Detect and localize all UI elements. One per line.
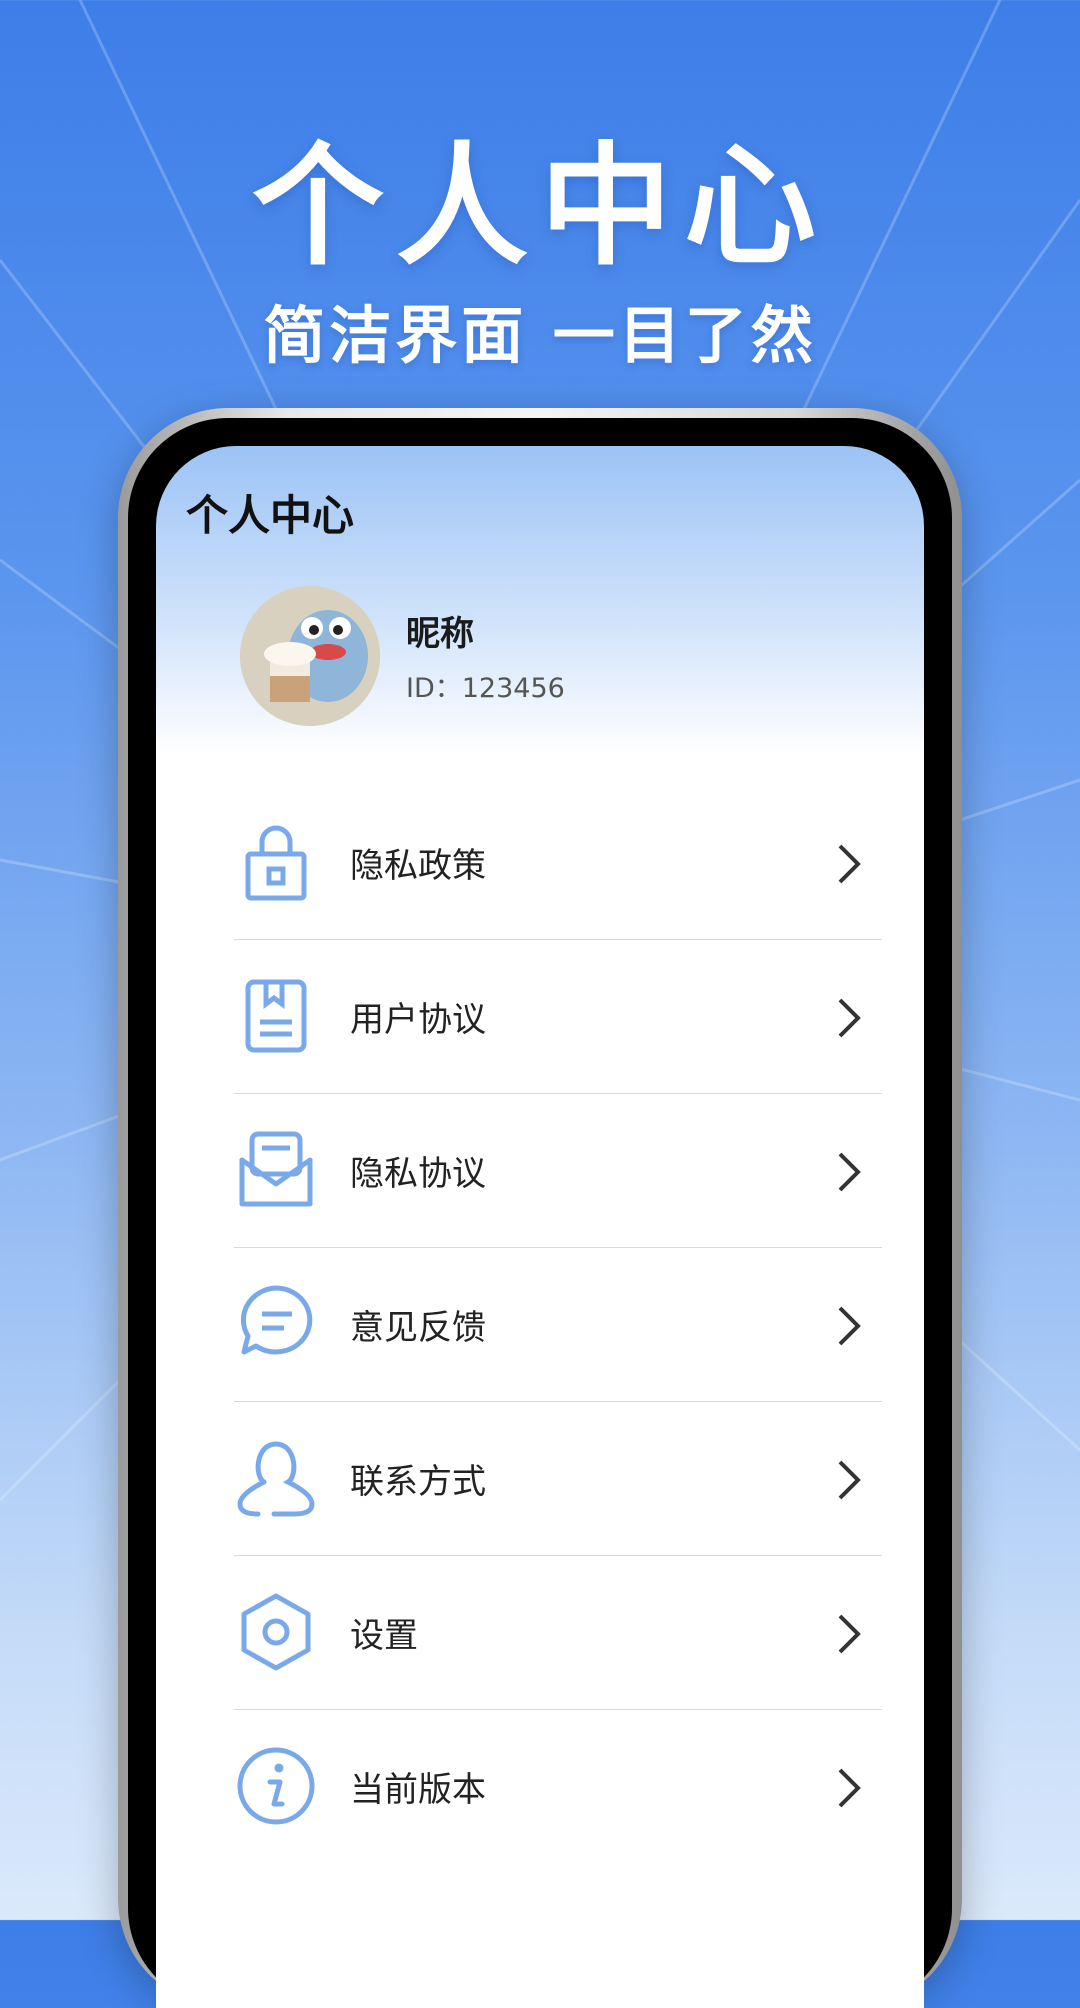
chevron-right-icon [838, 998, 861, 1038]
chat-bubble-icon [240, 1285, 313, 1355]
chevron-right-icon [838, 1768, 861, 1808]
chevron-right-icon [838, 1152, 861, 1192]
menu-item-label: 用户协议 [350, 1000, 486, 1040]
bookmark-document-icon [245, 979, 307, 1053]
menu-item-label: 设置 [350, 1616, 418, 1656]
avatar[interactable] [240, 586, 380, 726]
menu-item-privacy-agreement[interactable]: 隐私协议 [234, 1094, 882, 1248]
menu-item-user-agreement[interactable]: 用户协议 [234, 940, 882, 1094]
user-id: ID：123456 [406, 673, 565, 704]
info-icon [237, 1747, 315, 1825]
lock-icon [245, 825, 307, 901]
chevron-right-icon [838, 1460, 861, 1500]
promo-title: 个人中心 [252, 130, 828, 284]
menu-item-contact[interactable]: 联系方式 [234, 1402, 882, 1556]
menu-item-privacy-policy[interactable]: 隐私政策 [234, 786, 882, 940]
chevron-right-icon [838, 1306, 861, 1346]
menu-item-label: 联系方式 [350, 1462, 486, 1502]
hexagon-gear-icon [241, 1593, 311, 1671]
phone-frame: 个人中心 昵称 ID：123456 隐私政策 用户协议 隐私协议 意见反馈 联系… [118, 408, 962, 2008]
page-title: 个人中心 [186, 491, 355, 540]
envelope-icon [239, 1131, 313, 1207]
promo-subtitle: 简洁界面 一目了然 [263, 299, 817, 372]
phone-bezel: 个人中心 昵称 ID：123456 隐私政策 用户协议 隐私协议 意见反馈 联系… [128, 418, 952, 2008]
person-icon [237, 1441, 315, 1517]
menu-item-label: 当前版本 [350, 1770, 486, 1810]
phone-screen: 个人中心 昵称 ID：123456 隐私政策 用户协议 隐私协议 意见反馈 联系… [156, 446, 924, 2008]
menu-item-version[interactable]: 当前版本 [234, 1710, 882, 1863]
nickname[interactable]: 昵称 [406, 606, 474, 655]
menu-list: 隐私政策 用户协议 隐私协议 意见反馈 联系方式 设置 当前版本 [234, 786, 882, 1863]
menu-item-label: 意见反馈 [350, 1308, 486, 1348]
menu-item-label: 隐私政策 [350, 846, 486, 886]
avatar-image [240, 586, 380, 726]
menu-item-label: 隐私协议 [350, 1154, 486, 1194]
chevron-right-icon [838, 1614, 861, 1654]
menu-item-settings[interactable]: 设置 [234, 1556, 882, 1710]
menu-item-feedback[interactable]: 意见反馈 [234, 1248, 882, 1402]
chevron-right-icon [838, 844, 861, 884]
